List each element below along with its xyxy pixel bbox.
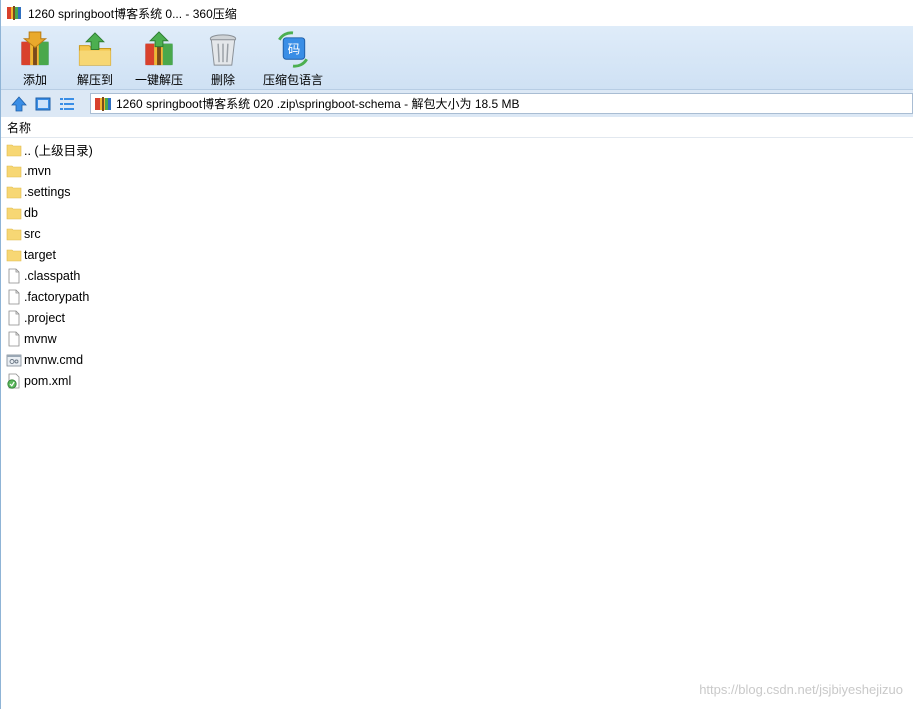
archive-window: 1260 springboot博客系统 0... - 360压缩 添加 解压到: [0, 0, 913, 709]
list-item-factorypath[interactable]: .factorypath: [1, 286, 913, 307]
list-view-icon: [60, 97, 74, 110]
toolbar: 添加 解压到 一键解压 删除 码 压缩包语言: [1, 26, 913, 90]
xml-file-icon: [7, 373, 20, 389]
file-name: mvnw: [24, 331, 57, 346]
delete-button[interactable]: 删除: [203, 26, 243, 88]
title-bar: 1260 springboot博客系统 0... - 360压缩: [1, 0, 913, 26]
file-icon: [8, 268, 20, 283]
column-name-label: 名称: [7, 121, 32, 135]
file-name: .factorypath: [24, 289, 90, 304]
file-icon: [8, 331, 20, 346]
address-bar[interactable]: 1260 springboot博客系统 020 .zip\springboot-…: [90, 93, 913, 114]
file-name: .classpath: [24, 268, 81, 283]
add-button[interactable]: 添加: [15, 26, 55, 88]
archive-language-icon: 码: [278, 31, 308, 68]
add-archive-icon: [21, 31, 49, 66]
thumbnail-view-icon: [35, 97, 51, 110]
file-name: src: [24, 226, 41, 241]
up-arrow-icon: [11, 95, 27, 111]
folder-icon: [6, 165, 22, 177]
file-list: .. (上级目录) .mvn .settings db src target .…: [1, 139, 913, 391]
folder-icon: [6, 228, 22, 240]
file-name: mvnw.cmd: [24, 352, 84, 367]
file-name: pom.xml: [24, 373, 72, 388]
file-name: .. (上级目录): [24, 144, 93, 158]
one-click-extract-label: 一键解压: [135, 73, 184, 87]
file-name: .mvn: [24, 163, 52, 178]
list-item-classpath[interactable]: .classpath: [1, 265, 913, 286]
file-icon: [8, 310, 20, 325]
file-name: target: [24, 247, 56, 262]
thumbnail-view-button[interactable]: [33, 94, 53, 114]
address-path: 1260 springboot博客系统 020 .zip\springboot-…: [116, 97, 520, 111]
extract-to-label: 解压到: [76, 73, 113, 87]
archive-language-button[interactable]: 码 压缩包语言: [263, 26, 323, 88]
list-view-button[interactable]: [57, 94, 77, 114]
file-icon: [8, 289, 20, 304]
watermark: https://blog.csdn.net/jsjbiyeshejizuo: [699, 682, 903, 697]
cmd-script-icon: [6, 354, 22, 366]
list-item-target[interactable]: target: [1, 244, 913, 265]
navigation-bar: 1260 springboot博客系统 020 .zip\springboot-…: [1, 90, 913, 117]
svg-text:码: 码: [288, 41, 301, 56]
list-item-src[interactable]: src: [1, 223, 913, 244]
list-item-project[interactable]: .project: [1, 307, 913, 328]
archive-file-icon: [95, 96, 111, 111]
list-item-mvn[interactable]: .mvn: [1, 160, 913, 181]
archive-app-icon: [7, 6, 21, 20]
column-header-name[interactable]: 名称: [1, 118, 913, 138]
folder-icon: [6, 249, 22, 261]
file-name: .settings: [24, 184, 71, 199]
list-item-parent-directory[interactable]: .. (上级目录): [1, 139, 913, 160]
extract-to-icon: [78, 32, 112, 66]
list-item-pom-xml[interactable]: pom.xml: [1, 370, 913, 391]
delete-label: 删除: [211, 73, 236, 87]
add-label: 添加: [22, 73, 47, 87]
list-item-mvnw[interactable]: mvnw: [1, 328, 913, 349]
file-name: db: [24, 205, 38, 220]
folder-icon: [6, 186, 22, 198]
archive-language-label: 压缩包语言: [263, 73, 324, 87]
list-item-settings[interactable]: .settings: [1, 181, 913, 202]
one-click-extract-button[interactable]: 一键解压: [135, 26, 183, 88]
up-button[interactable]: [9, 94, 29, 114]
folder-icon: [6, 207, 22, 219]
one-click-extract-icon: [145, 31, 173, 66]
extract-to-button[interactable]: 解压到: [75, 26, 115, 88]
delete-trash-icon: [209, 34, 237, 66]
file-name: .project: [24, 310, 65, 325]
folder-icon: [6, 144, 22, 156]
list-item-db[interactable]: db: [1, 202, 913, 223]
window-title: 1260 springboot博客系统 0... - 360压缩: [28, 6, 237, 21]
list-item-mvnw-cmd[interactable]: mvnw.cmd: [1, 349, 913, 370]
